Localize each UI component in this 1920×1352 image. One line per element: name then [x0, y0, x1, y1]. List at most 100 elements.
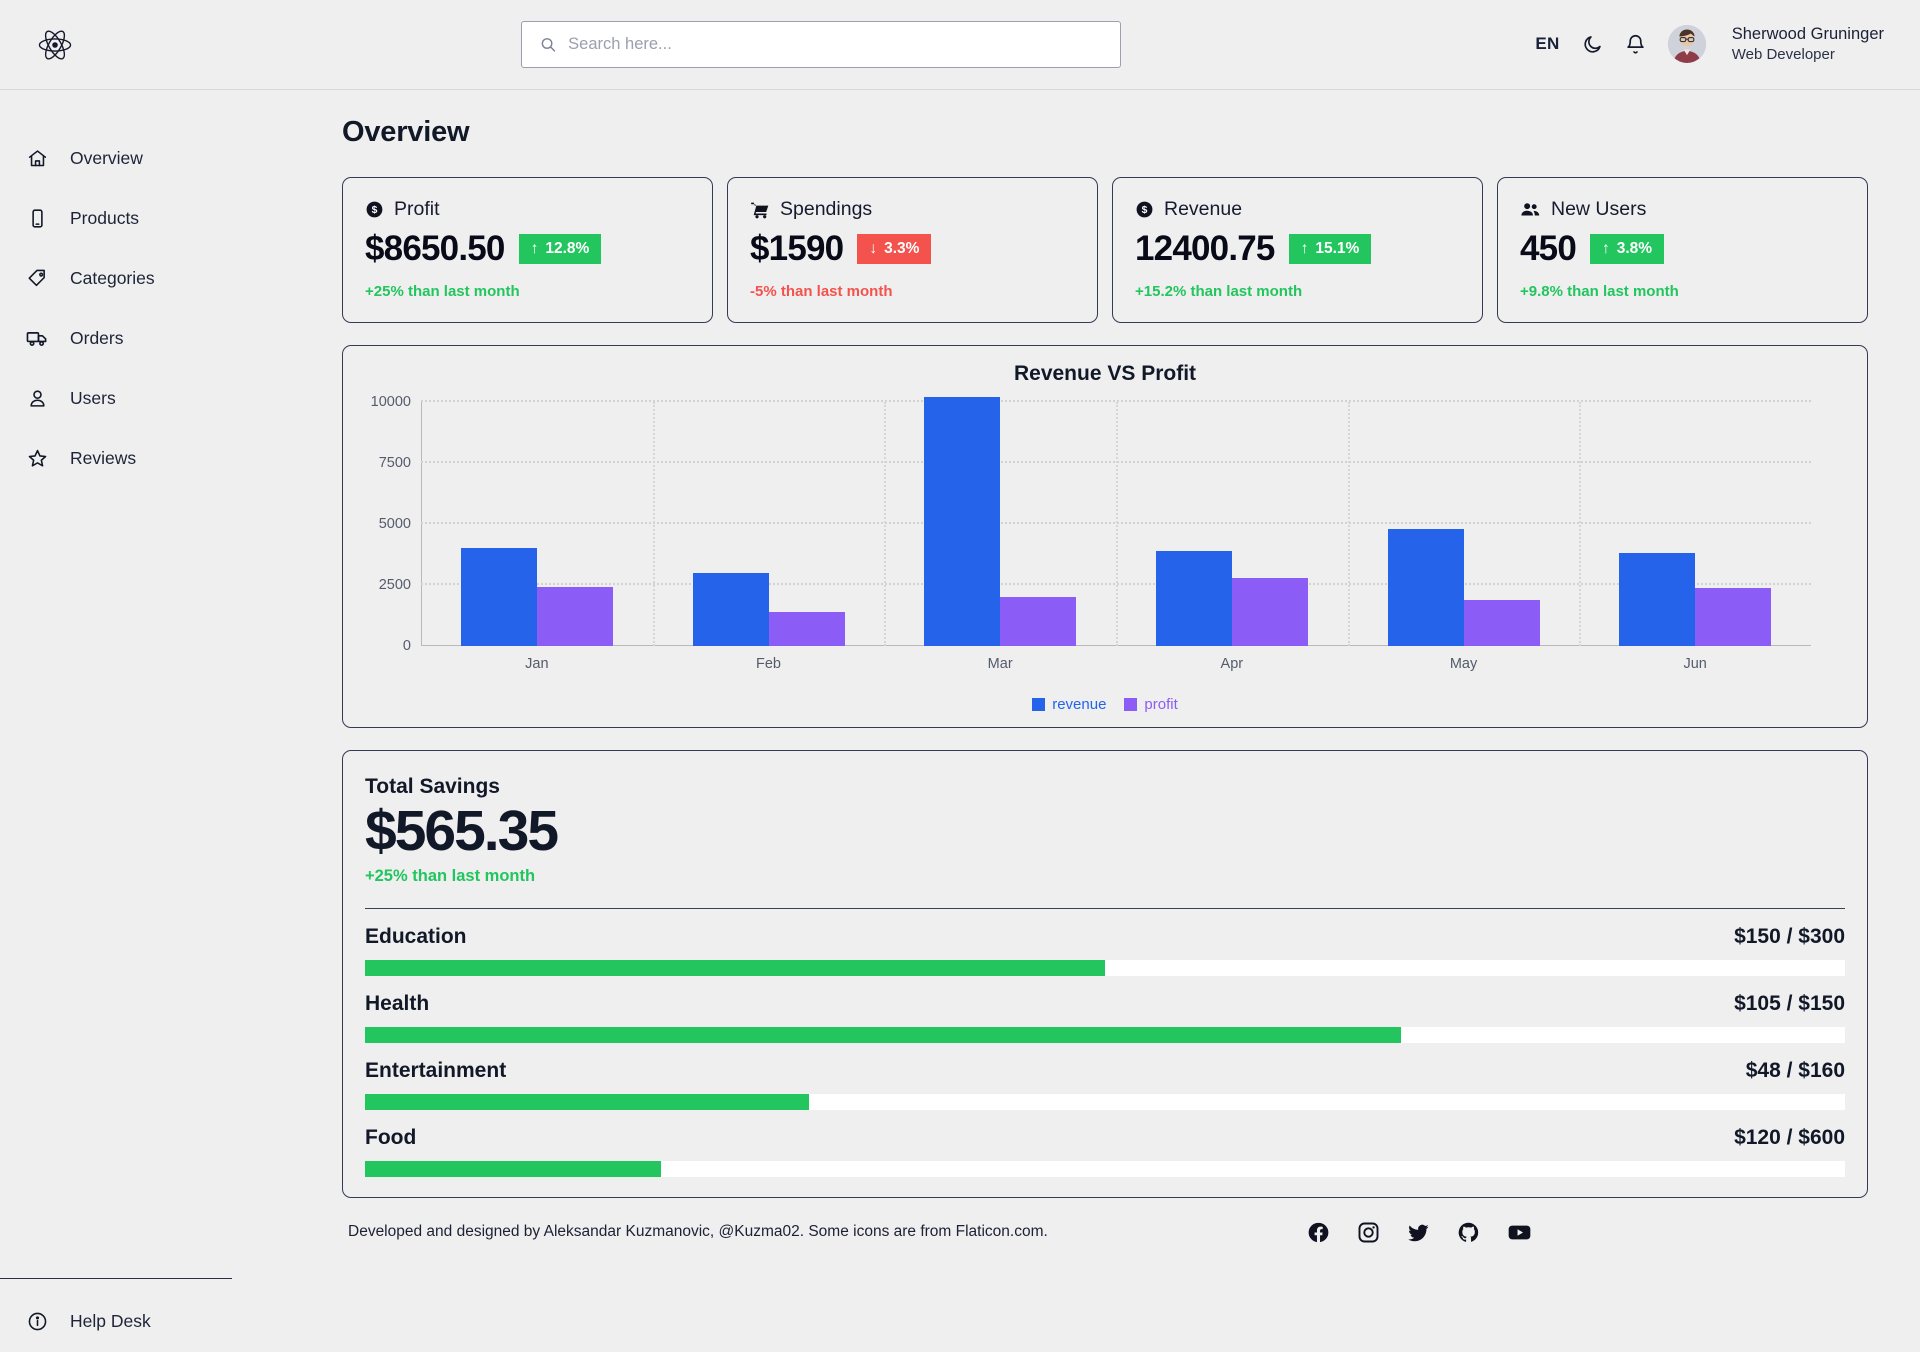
badge-value: 12.8%: [545, 240, 590, 257]
moon-icon[interactable]: [1582, 34, 1603, 55]
app-logo[interactable]: [0, 27, 110, 63]
trend-arrow-icon: ↓: [869, 240, 878, 257]
stat-card-value: 12400.75: [1135, 229, 1275, 268]
badge-value: 3.8%: [1616, 240, 1653, 257]
savings-category-name: Food: [365, 1125, 417, 1149]
star-icon: [26, 448, 48, 469]
chart-bar-profit[interactable]: [536, 587, 613, 646]
chart-bar-group: Mar: [884, 397, 1116, 672]
sidebar-item-products[interactable]: Products: [0, 188, 290, 248]
chart-bar-group: Jun: [1579, 402, 1811, 672]
stat-card-value: $1590: [750, 229, 844, 268]
stat-card-new-users: New Users 450 ↑ 3.8% +9.8% than last mon…: [1497, 177, 1868, 323]
x-axis-tick-label: Mar: [987, 656, 1013, 672]
sidebar-item-label: Products: [70, 207, 140, 228]
sidebar-item-label: Overview: [70, 147, 143, 168]
chart-bar-group: Jan: [421, 402, 653, 672]
home-icon: [26, 148, 48, 169]
chart-bar-revenue[interactable]: [460, 548, 537, 646]
chart-bar-profit[interactable]: [1463, 599, 1540, 646]
savings-amount: $565.35: [365, 799, 559, 863]
savings-category-value: $48 / $160: [1745, 1058, 1845, 1082]
chart-bar-revenue[interactable]: [1619, 553, 1696, 646]
revenue-vs-profit-chart: Revenue VS Profit 0 2500 5000 7500 10000 Jan F…: [342, 345, 1868, 728]
main-content: Overview $ Profit $8650.50 ↑ 12.8% +25% …: [290, 90, 1920, 1351]
savings-category-value: $120 / $600: [1734, 1125, 1845, 1149]
twitter-icon[interactable]: [1407, 1221, 1430, 1244]
chart-bar-profit[interactable]: [1231, 578, 1308, 646]
savings-row: Education $150 / $300: [365, 925, 1845, 976]
chart-bar-profit[interactable]: [1695, 587, 1772, 646]
stat-card-title: Spendings: [780, 198, 873, 220]
sidebar-item-reviews[interactable]: Reviews: [0, 428, 290, 488]
trend-arrow-icon: ↑: [1602, 240, 1610, 257]
language-selector[interactable]: EN: [1535, 34, 1559, 54]
savings-category-name: Entertainment: [365, 1058, 507, 1082]
user-role: Web Developer: [1731, 46, 1835, 64]
github-icon[interactable]: [1457, 1221, 1480, 1244]
stat-card-note: -5% than last month: [750, 283, 893, 300]
sidebar-item-label: Reviews: [70, 447, 137, 468]
chart-bar-profit[interactable]: [1000, 597, 1077, 646]
stat-card-revenue: $ Revenue 12400.75 ↑ 15.1% +15.2% than l…: [1112, 177, 1483, 323]
search-input[interactable]: [568, 35, 1102, 54]
users-group-icon: [1521, 203, 1540, 216]
sidebar-item-label: Users: [70, 387, 116, 408]
chart-bar-group: Feb: [653, 402, 885, 672]
status-badge: ↓ 3.3%: [857, 234, 932, 264]
chart-bar-revenue[interactable]: [924, 397, 1001, 646]
dollar-coin-icon: $: [1136, 201, 1153, 218]
sidebar-item-categories[interactable]: Categories: [0, 248, 290, 308]
search-box[interactable]: [521, 21, 1121, 68]
status-badge: ↑ 15.1%: [1288, 234, 1372, 264]
sidebar-item-overview[interactable]: Overview: [0, 128, 290, 188]
avatar[interactable]: [1667, 25, 1706, 64]
legend-swatch: [1032, 698, 1046, 711]
stat-card-header: $ Profit: [365, 198, 690, 221]
stat-card-profit: $ Profit $8650.50 ↑ 12.8% +25% than last…: [342, 177, 713, 323]
savings-rows: Education $150 / $300 Health $105 / $150 Ent…: [365, 925, 1845, 1177]
stat-card-spendings: Spendings $1590 ↓ 3.3% -5% than last mon…: [727, 177, 1098, 323]
instagram-icon[interactable]: [1357, 1221, 1380, 1244]
savings-row-header: Food $120 / $600: [365, 1126, 1845, 1150]
savings-title: Total Savings: [365, 775, 500, 798]
user-name: Sherwood Gruninger: [1731, 25, 1884, 44]
sidebar-item-help-desk[interactable]: Help Desk: [0, 1291, 290, 1351]
stat-card-header: New Users: [1520, 198, 1845, 221]
chart-bar-revenue[interactable]: [692, 572, 769, 646]
stat-card-title: Profit: [394, 198, 440, 220]
bell-icon[interactable]: [1625, 34, 1646, 55]
savings-row: Health $105 / $150: [365, 992, 1845, 1043]
savings-row-header: Education $150 / $300: [365, 925, 1845, 949]
sidebar-item-label: Orders: [70, 327, 124, 348]
facebook-icon[interactable]: [1307, 1221, 1330, 1244]
stat-card-note: +25% than last month: [365, 283, 520, 300]
react-atom-logo-icon: [38, 30, 72, 59]
legend-item-profit[interactable]: profit: [1124, 696, 1178, 713]
badge-value: 15.1%: [1315, 240, 1360, 257]
sidebar-item-users[interactable]: Users: [0, 368, 290, 428]
app-header: EN Sherwood Gr: [0, 0, 1920, 90]
youtube-icon[interactable]: [1507, 1220, 1532, 1245]
footer-credit: Developed and designed by Aleksandar Kuz…: [348, 1223, 1048, 1241]
chart-bar-group: May: [1348, 402, 1580, 672]
user-info[interactable]: Sherwood Gruninger Web Developer: [1732, 24, 1884, 64]
chart-bar-revenue[interactable]: [1387, 528, 1464, 646]
tag-icon: [26, 268, 48, 289]
stat-card-title: New Users: [1551, 198, 1647, 220]
x-axis-tick-label: Jan: [525, 656, 549, 672]
chart-bar-revenue[interactable]: [1155, 550, 1232, 646]
sidebar-item-orders[interactable]: Orders: [0, 308, 290, 368]
legend-item-revenue[interactable]: revenue: [1032, 696, 1106, 713]
x-axis-tick-label: May: [1449, 656, 1478, 672]
chart-bar-profit[interactable]: [768, 611, 845, 646]
savings-row: Entertainment $48 / $160: [365, 1059, 1845, 1110]
sidebar-divider: [0, 1278, 232, 1279]
legend-label: profit: [1144, 696, 1178, 713]
svg-text:$: $: [372, 205, 378, 216]
social-links: [1307, 1220, 1862, 1245]
savings-progress-track: [365, 959, 1845, 976]
savings-divider: [365, 907, 1845, 909]
chart-canvas: 0 2500 5000 7500 10000 Jan Feb Mar Apr May Jun: [371, 394, 1811, 672]
